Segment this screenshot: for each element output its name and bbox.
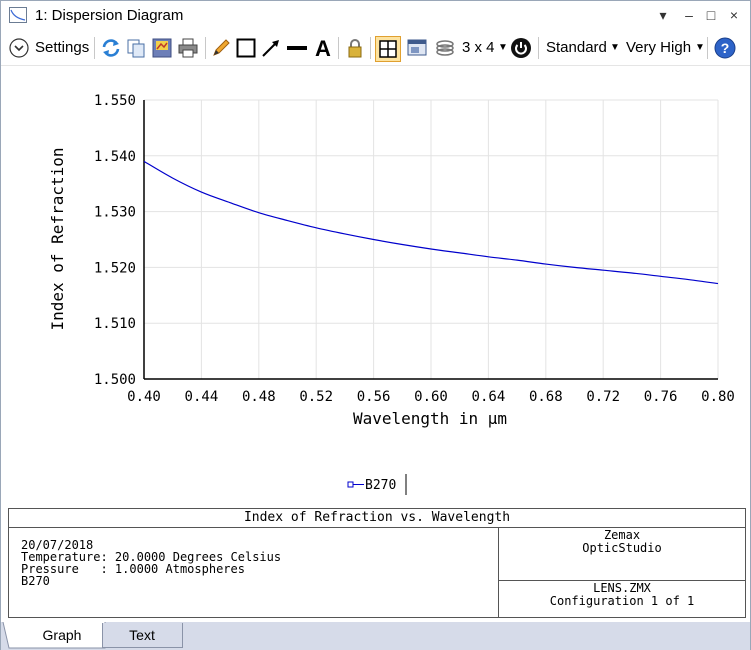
x-tick-label: 0.48 [242, 389, 276, 405]
svg-text:A: A [315, 37, 331, 59]
legend: B270 [347, 474, 407, 495]
text-tool-icon[interactable]: A [312, 37, 334, 59]
analysis-window: 1: Dispersion Diagram ▾ ‒ □ × Settings A… [0, 0, 751, 650]
power-icon[interactable] [510, 37, 532, 59]
window-layout-icon[interactable] [406, 37, 428, 59]
configuration-label: Configuration 1 of 1 [549, 594, 695, 608]
save-image-icon[interactable] [151, 37, 173, 59]
x-tick-label: 0.76 [644, 389, 678, 405]
view-tabs: Graph Text [1, 622, 750, 650]
chart-window-icon [9, 7, 27, 23]
toolbar-separator [338, 37, 339, 59]
tab-graph[interactable]: Graph [21, 623, 103, 648]
info-details: 20/07/2018 Temperature: 20.0000 Degrees … [21, 539, 281, 587]
resolution-dropdown[interactable]: Very High [626, 36, 691, 60]
info-pressure: Pressure : 1.0000 Atmospheres [21, 562, 245, 576]
toolbar-separator [205, 37, 206, 59]
arrow-icon[interactable] [260, 37, 282, 59]
y-axis-label: Index of Refraction [48, 147, 67, 330]
info-file: LENS.ZMX Configuration 1 of 1 [499, 581, 745, 608]
toolbar-separator [707, 37, 708, 59]
x-tick-label: 0.56 [357, 389, 391, 405]
lock-icon[interactable] [344, 37, 366, 59]
line-icon[interactable] [286, 37, 308, 59]
dispersion-plot: 0.40 0.44 0.48 0.52 0.56 0.60 0.64 0.68 0.72 0.76… [48, 93, 735, 495]
tab-text[interactable]: Text [102, 623, 182, 648]
print-icon[interactable] [177, 37, 199, 59]
x-tick-label: 0.68 [529, 389, 563, 405]
chevron-down-icon[interactable]: ▼ [695, 36, 705, 60]
chevron-down-icon[interactable]: ▼ [610, 36, 620, 60]
x-tick-label: 0.44 [185, 389, 219, 405]
help-icon[interactable]: ? [714, 37, 736, 59]
x-tick-label: 0.60 [414, 389, 448, 405]
copy-icon[interactable] [125, 37, 147, 59]
refresh-icon[interactable] [100, 37, 122, 59]
x-tick-label: 0.64 [472, 389, 506, 405]
chevron-down-icon[interactable]: ▼ [498, 36, 508, 60]
brand-product: OpticStudio [582, 541, 662, 555]
toolbar-separator [94, 37, 95, 59]
info-title: Index of Refraction vs. Wavelength [9, 509, 745, 528]
y-tick-label: 1.520 [94, 260, 136, 276]
y-tick-label: 1.500 [94, 372, 136, 388]
window-title: 1: Dispersion Diagram [35, 7, 184, 24]
toolbar: Settings A 3 x 4 ▼ Standard ▼ Very High … [1, 31, 750, 66]
legend-marker [347, 481, 354, 488]
svg-text:?: ? [721, 40, 730, 56]
toolbar-separator [370, 37, 371, 59]
layout-dropdown[interactable]: 3 x 4 [462, 36, 495, 60]
rectangle-icon[interactable] [235, 37, 257, 59]
pencil-icon[interactable] [210, 37, 232, 59]
legend-label: B270 [365, 478, 396, 493]
y-tick-label: 1.510 [94, 316, 136, 332]
layers-icon[interactable] [434, 37, 456, 59]
crosshair-icon[interactable] [375, 36, 401, 62]
info-box: Index of Refraction vs. Wavelength 20/07… [8, 508, 746, 618]
maximize-button[interactable]: □ [700, 5, 722, 25]
x-tick-label: 0.80 [701, 389, 735, 405]
close-button[interactable]: × [723, 5, 745, 25]
x-tick-label: 0.40 [127, 389, 161, 405]
info-brand: Zemax OpticStudio [499, 527, 745, 555]
toolbar-separator [538, 37, 539, 59]
tick-labels: 0.40 0.44 0.48 0.52 0.56 0.60 0.64 0.68 0.72 0.76… [94, 93, 735, 405]
title-bar: 1: Dispersion Diagram ▾ ‒ □ × [1, 1, 750, 31]
window-menu-button[interactable]: ▾ [652, 5, 674, 25]
y-tick-label: 1.550 [94, 93, 136, 109]
quality-dropdown[interactable]: Standard [546, 36, 607, 60]
plot-grid [143, 99, 719, 380]
x-tick-label: 0.72 [586, 389, 620, 405]
minimize-button[interactable]: ‒ [678, 5, 700, 25]
y-tick-label: 1.540 [94, 149, 136, 165]
settings-button[interactable]: Settings [35, 36, 89, 60]
info-material: B270 [21, 574, 50, 588]
settings-chevron-icon[interactable] [9, 38, 29, 58]
x-axis-label: Wavelength in µm [353, 409, 507, 428]
x-tick-label: 0.52 [299, 389, 333, 405]
y-tick-label: 1.530 [94, 205, 136, 221]
